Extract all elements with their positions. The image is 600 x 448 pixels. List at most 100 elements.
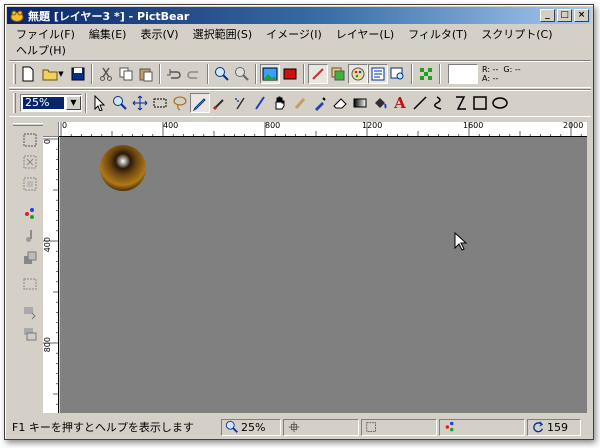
- open-folder-icon[interactable]: ▼: [38, 64, 68, 84]
- polyline-tool-icon[interactable]: [450, 93, 470, 113]
- status-zoom-text: 25%: [241, 420, 266, 434]
- zoom-select-value: 25%: [23, 97, 64, 109]
- a-readout: A: --: [482, 74, 499, 83]
- fill-tool-icon[interactable]: [370, 93, 390, 113]
- preview-icon[interactable]: [388, 64, 408, 84]
- pencil-tool-icon[interactable]: [190, 93, 210, 113]
- menu-file[interactable]: ファイル(F): [11, 27, 80, 43]
- panel-grip[interactable]: [13, 123, 45, 126]
- curve-tool-icon[interactable]: [430, 93, 450, 113]
- menu-selection[interactable]: 選択範囲(S): [188, 27, 258, 43]
- close-button[interactable]: ×: [574, 9, 589, 22]
- top-ruler-ticks: [60, 122, 582, 136]
- ellipse-tool-icon[interactable]: [490, 93, 510, 113]
- select-all-icon[interactable]: [21, 131, 39, 149]
- toolbar-separator: [255, 64, 257, 84]
- top-ruler: 0 400 800 1200 1600 2000: [59, 122, 587, 137]
- lasso-tool-icon[interactable]: [170, 93, 190, 113]
- color-preview-box: [448, 64, 478, 84]
- menu-help[interactable]: ヘルプ(H): [11, 43, 71, 59]
- layers-icon[interactable]: [328, 64, 348, 84]
- grid-nodes-icon[interactable]: [416, 64, 436, 84]
- airbrush-tool-icon[interactable]: [230, 93, 250, 113]
- layer-merge-icon[interactable]: [21, 325, 39, 343]
- ruler-left-label-0: 0: [43, 139, 52, 145]
- cut-icon[interactable]: [96, 64, 116, 84]
- mouse-cursor-icon: [454, 232, 468, 251]
- app-window: 無題 [レイヤー3 *] - PictBear _ □ × ファイル(F) 編集(…: [4, 4, 594, 440]
- status-zoom: 25%: [221, 418, 281, 436]
- selection-size-icon: [366, 422, 376, 432]
- paste-icon[interactable]: [136, 64, 156, 84]
- toolbar-grip[interactable]: [13, 64, 16, 84]
- layer-stack-icon[interactable]: [21, 249, 39, 267]
- rectangle-tool-icon[interactable]: [470, 93, 490, 113]
- toolbar-separator: [159, 64, 161, 84]
- main-toolbar: ▼ R: -- G: -- A: --: [9, 60, 591, 88]
- pointer-tool-icon[interactable]: [90, 93, 110, 113]
- rect-select-tool-icon[interactable]: [150, 93, 170, 113]
- r-readout: R: --: [482, 65, 499, 74]
- gradient-tool-icon[interactable]: [350, 93, 370, 113]
- bronze-sphere[interactable]: [100, 145, 146, 191]
- ruler-left-label-800: 800: [43, 337, 52, 353]
- palette-icon[interactable]: [348, 64, 368, 84]
- minimize-button[interactable]: _: [540, 9, 555, 22]
- music-note-icon[interactable]: [21, 227, 39, 245]
- g-readout: G: --: [503, 65, 521, 74]
- marquee-icon[interactable]: [21, 275, 39, 293]
- save-icon[interactable]: [68, 64, 88, 84]
- status-bar: F1 キーを押すとヘルプを表示します 25% 159: [9, 417, 591, 437]
- zoom-select[interactable]: 25% ▼: [20, 94, 82, 112]
- toolbar-separator: [91, 64, 93, 84]
- brush-tool-icon[interactable]: [210, 93, 230, 113]
- text-tool-icon[interactable]: A: [390, 93, 410, 113]
- title-bar[interactable]: 無題 [レイヤー3 *] - PictBear _ □ ×: [7, 7, 591, 24]
- zoom-out-icon[interactable]: [232, 64, 252, 84]
- red-fill-icon[interactable]: [280, 64, 300, 84]
- status-selection-size: [361, 418, 437, 436]
- ruler-corner: [43, 122, 59, 137]
- ruler-label-2000: 2000: [563, 122, 584, 130]
- layer-down-icon[interactable]: [21, 303, 39, 321]
- pen-tool-icon[interactable]: [250, 93, 270, 113]
- deselect-icon[interactable]: [21, 153, 39, 171]
- smudge-tool-icon[interactable]: [290, 93, 310, 113]
- maximize-button[interactable]: □: [557, 9, 572, 22]
- brush-layer-icon[interactable]: [308, 64, 328, 84]
- window-title: 無題 [レイヤー3 *] - PictBear: [28, 9, 190, 23]
- crosshair-icon: [288, 421, 300, 433]
- invert-selection-icon[interactable]: [21, 175, 39, 193]
- properties-icon[interactable]: [368, 64, 388, 84]
- left-tool-panel: [11, 123, 47, 411]
- ruler-label-0: 0: [62, 122, 68, 130]
- line-tool-icon[interactable]: [410, 93, 430, 113]
- move-tool-icon[interactable]: [130, 93, 150, 113]
- hand-tool-icon[interactable]: [270, 93, 290, 113]
- status-help: F1 キーを押すとヘルプを表示します: [9, 419, 219, 436]
- menu-view[interactable]: 表示(V): [135, 27, 183, 43]
- menu-layer[interactable]: レイヤー(L): [331, 27, 399, 43]
- pictbear-app-icon[interactable]: [10, 10, 24, 22]
- toolbar-grip[interactable]: [13, 93, 16, 113]
- new-file-icon[interactable]: [18, 64, 38, 84]
- zoom-tool-icon[interactable]: [110, 93, 130, 113]
- canvas-drawing: [100, 145, 146, 191]
- menu-image[interactable]: イメージ(I): [261, 27, 327, 43]
- color-dots-icon[interactable]: [21, 205, 39, 223]
- chevron-down-icon[interactable]: ▼: [66, 96, 81, 110]
- zoom-in-icon[interactable]: [212, 64, 232, 84]
- menu-edit[interactable]: 編集(E): [84, 27, 132, 43]
- status-cursor-pos: [283, 418, 359, 436]
- status-angle: 159: [527, 418, 581, 436]
- image-view-icon[interactable]: [260, 64, 280, 84]
- dropper-tool-icon[interactable]: [310, 93, 330, 113]
- redo-icon[interactable]: [184, 64, 204, 84]
- copy-icon[interactable]: [116, 64, 136, 84]
- image-canvas[interactable]: [60, 137, 587, 413]
- color-readout: R: -- G: -- A: --: [482, 65, 521, 83]
- undo-icon[interactable]: [164, 64, 184, 84]
- menu-script[interactable]: スクリプト(C): [476, 27, 557, 43]
- eraser-tool-icon[interactable]: [330, 93, 350, 113]
- menu-filter[interactable]: フィルタ(T): [403, 27, 472, 43]
